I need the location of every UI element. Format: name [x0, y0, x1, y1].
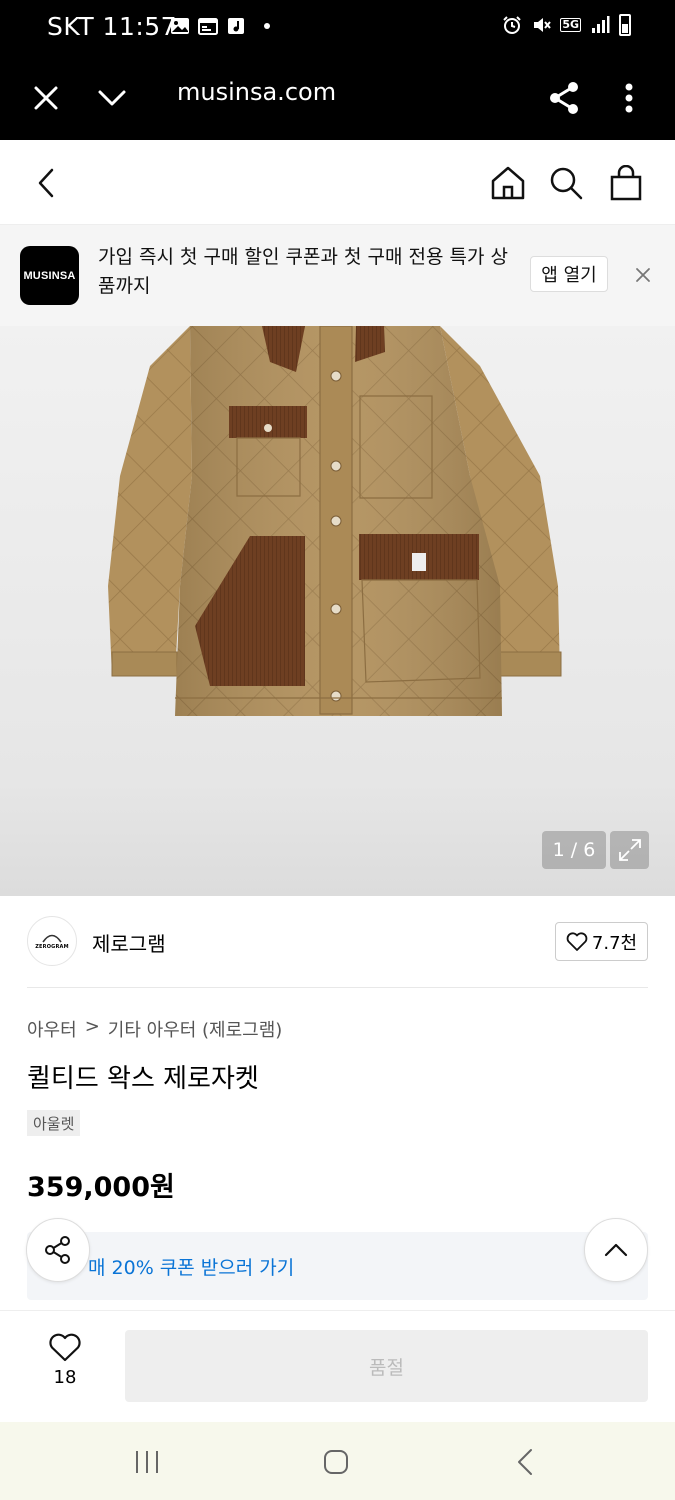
home-nav-button[interactable] — [314, 1442, 358, 1482]
search-button[interactable] — [541, 158, 591, 208]
collapse-toolbar-button[interactable] — [88, 74, 136, 122]
status-time: SKT 11:57 — [47, 12, 178, 41]
search-icon — [550, 167, 583, 200]
shopping-bag-icon — [610, 165, 642, 201]
close-icon — [636, 268, 650, 282]
alarm-icon — [503, 16, 522, 34]
banner-close-button[interactable] — [626, 258, 660, 292]
chevron-left-icon — [38, 168, 54, 198]
sold-out-button[interactable]: 품절 — [125, 1330, 648, 1402]
recent-apps-icon — [136, 1451, 158, 1473]
coupon-text[interactable]: 매 20% 쿠폰 받으러 가기 — [88, 1253, 294, 1280]
close-icon — [34, 86, 58, 110]
breadcrumb-item[interactable]: 아우터 — [27, 1016, 77, 1042]
back-icon — [518, 1449, 532, 1475]
url-text[interactable]: musinsa.com — [177, 78, 336, 106]
share-product-button[interactable] — [26, 1218, 90, 1282]
image-counter: 1 / 6 — [542, 831, 606, 869]
outlet-badge: 아울렛 — [27, 1110, 81, 1136]
close-tab-button[interactable] — [22, 74, 70, 122]
brand-logo-text: ZEROGRAM — [35, 943, 69, 950]
product-photo-jacket — [108, 326, 562, 716]
scroll-top-button[interactable] — [584, 1218, 648, 1282]
gallery-icon — [171, 18, 189, 34]
site-header — [0, 140, 675, 225]
back-nav-button[interactable] — [503, 1442, 547, 1482]
breadcrumb-item[interactable]: 기타 아우터 (제로그램) — [108, 1016, 283, 1042]
notification-dot — [264, 23, 270, 29]
product-price: 359,000원 — [27, 1172, 175, 1203]
more-options-button[interactable] — [605, 74, 653, 122]
battery-icon — [619, 14, 631, 36]
banner-message: 가입 즉시 첫 구매 할인 쿠폰과 첫 구매 전용 특가 상품까지 — [98, 246, 508, 297]
brand-logo[interactable]: ZEROGRAM — [27, 916, 77, 966]
expand-icon — [618, 839, 641, 861]
mute-icon — [534, 18, 552, 32]
calendar-icon — [198, 18, 218, 35]
open-app-button[interactable]: 앱 열기 — [530, 256, 608, 292]
breadcrumb-separator: > — [84, 1016, 100, 1037]
brand-like-button[interactable]: 7.7천 — [555, 922, 648, 961]
product-like-button[interactable]: 18 — [34, 1333, 96, 1393]
network-5g-icon: 5G — [560, 18, 581, 32]
browser-toolbar: musinsa.com — [0, 56, 675, 140]
chevron-up-icon — [604, 1243, 628, 1257]
share-page-button[interactable] — [540, 74, 588, 122]
share-icon — [550, 82, 578, 114]
brand-logo-mark — [42, 934, 62, 942]
heart-icon — [49, 1333, 81, 1362]
home-circle-icon — [324, 1450, 348, 1474]
product-like-count: 18 — [53, 1367, 77, 1388]
brand-name[interactable]: 제로그램 — [92, 928, 166, 957]
cart-button[interactable] — [601, 158, 651, 208]
brand-row[interactable]: ZEROGRAM 제로그램 7.7천 — [27, 896, 648, 988]
category-breadcrumb: 아우터 > 기타 아우터 (제로그램) — [27, 1016, 282, 1042]
coupon-banner[interactable]: 매 20% 쿠폰 받으러 가기 — [27, 1232, 648, 1300]
signal-icon — [592, 16, 610, 33]
musinsa-logo: MUSINSA — [20, 246, 79, 305]
expand-image-button[interactable] — [610, 831, 649, 869]
more-vertical-icon — [625, 83, 633, 113]
system-navigation-bar — [0, 1422, 675, 1500]
status-bar: SKT 11:57 5G — [0, 0, 675, 56]
home-button[interactable] — [483, 158, 533, 208]
share-icon — [45, 1236, 70, 1264]
purchase-bar: 18 품절 — [0, 1310, 675, 1422]
home-icon — [491, 166, 525, 200]
music-icon — [228, 18, 244, 34]
app-install-banner: MUSINSA 가입 즉시 첫 구매 할인 쿠폰과 첫 구매 전용 특가 상품까… — [0, 225, 675, 326]
recent-apps-button[interactable] — [125, 1442, 169, 1482]
heart-icon — [566, 931, 588, 951]
product-title: 퀼티드 왁스 제로자켓 — [27, 1064, 259, 1094]
chevron-down-icon — [98, 90, 126, 106]
brand-like-count: 7.7천 — [591, 932, 638, 954]
back-button[interactable] — [21, 158, 71, 208]
product-image-carousel[interactable]: 1 / 6 — [0, 326, 675, 896]
